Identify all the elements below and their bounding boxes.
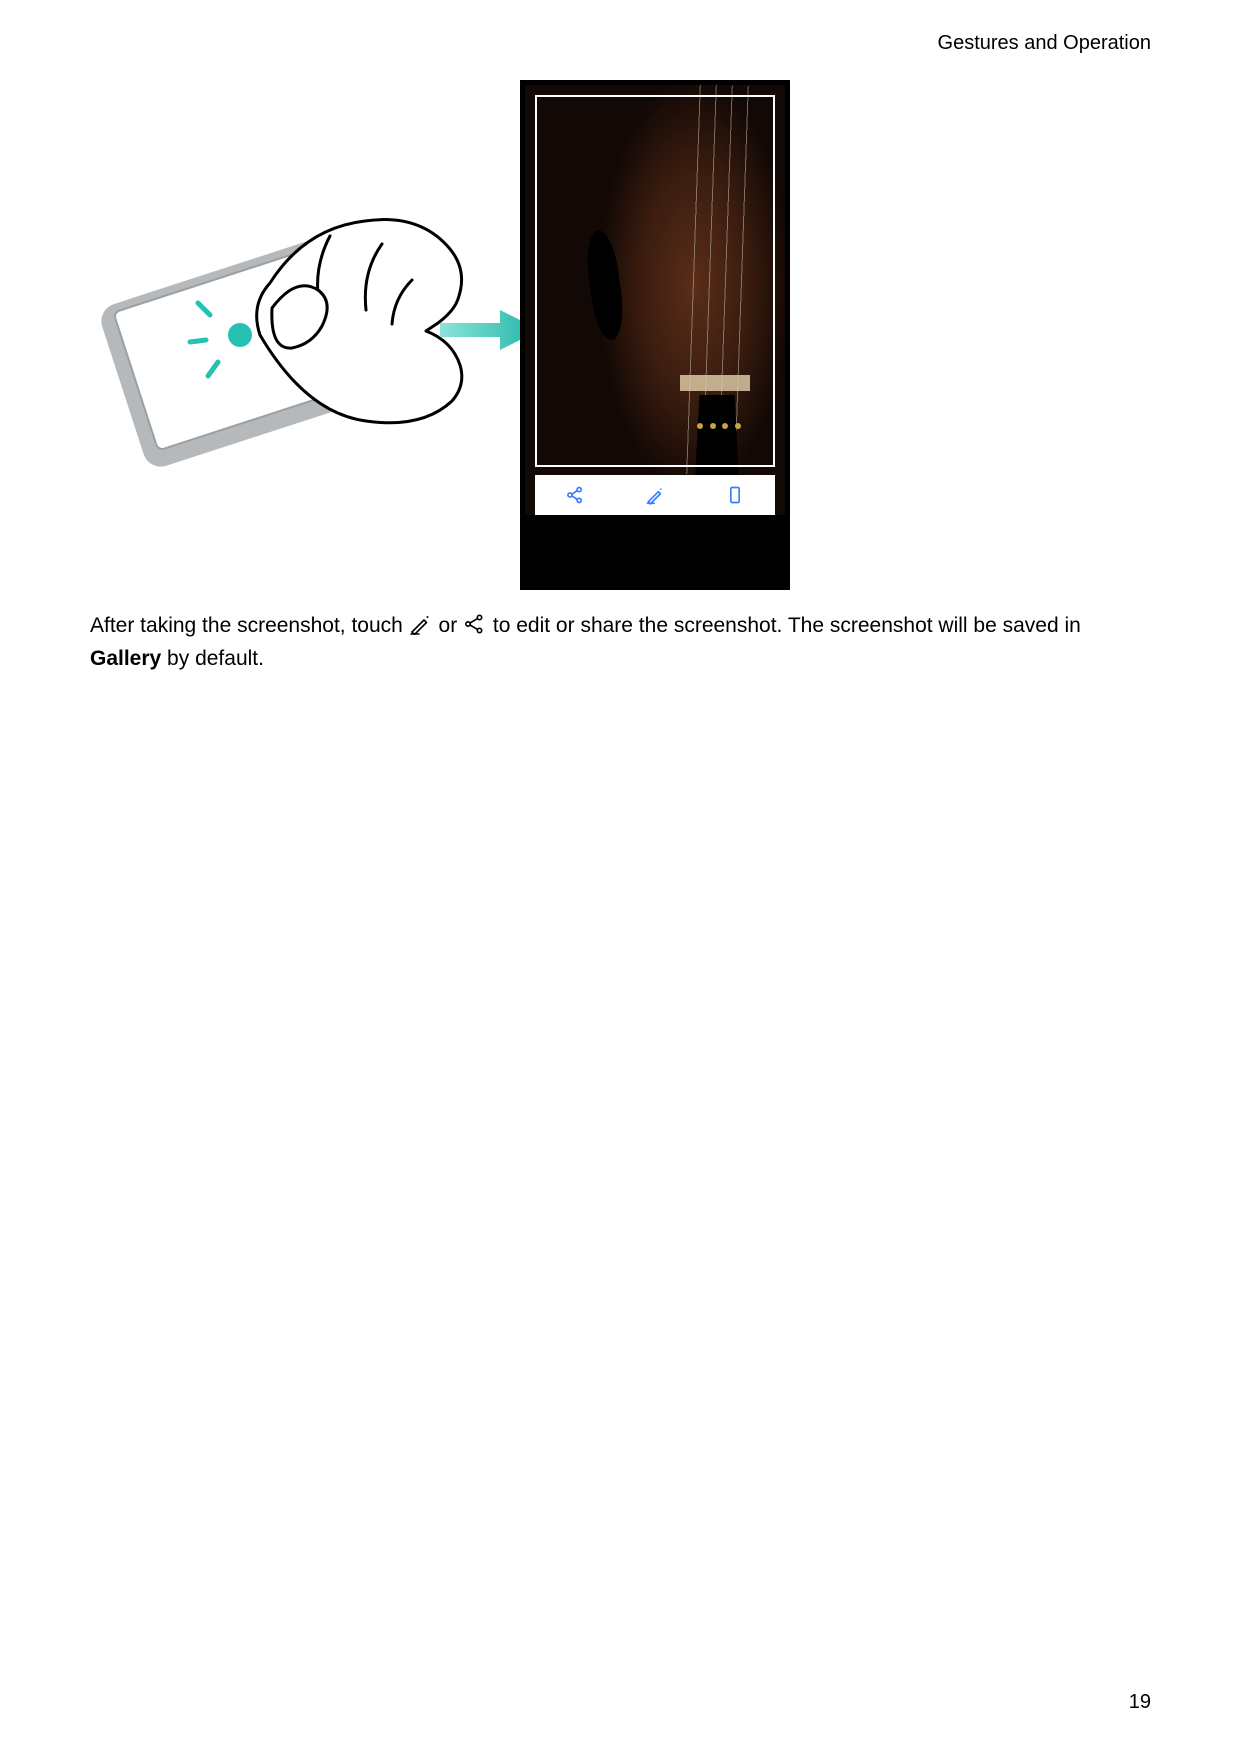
phone-bottom-bezel [525, 515, 785, 585]
body-text-2: to edit or share the screenshot. The scr… [493, 614, 1081, 637]
scroll-icon[interactable] [725, 485, 745, 505]
edit-icon[interactable] [645, 485, 665, 505]
body-paragraph: After taking the screenshot, touch or [90, 610, 1150, 675]
screenshot-toolbar [535, 475, 775, 515]
phone-frame [520, 80, 790, 590]
illustration-row [90, 80, 1150, 580]
page-number: 19 [1129, 1691, 1151, 1714]
gallery-label: Gallery [90, 647, 161, 670]
body-text-3: by default. [161, 647, 264, 670]
edit-icon [409, 613, 433, 635]
body-text-or: or [439, 614, 464, 637]
share-icon[interactable] [565, 485, 585, 505]
section-header: Gestures and Operation [938, 32, 1151, 55]
share-icon [463, 613, 487, 635]
body-text-1: After taking the screenshot, touch [90, 614, 409, 637]
screenshot-selection-frame [535, 95, 775, 467]
